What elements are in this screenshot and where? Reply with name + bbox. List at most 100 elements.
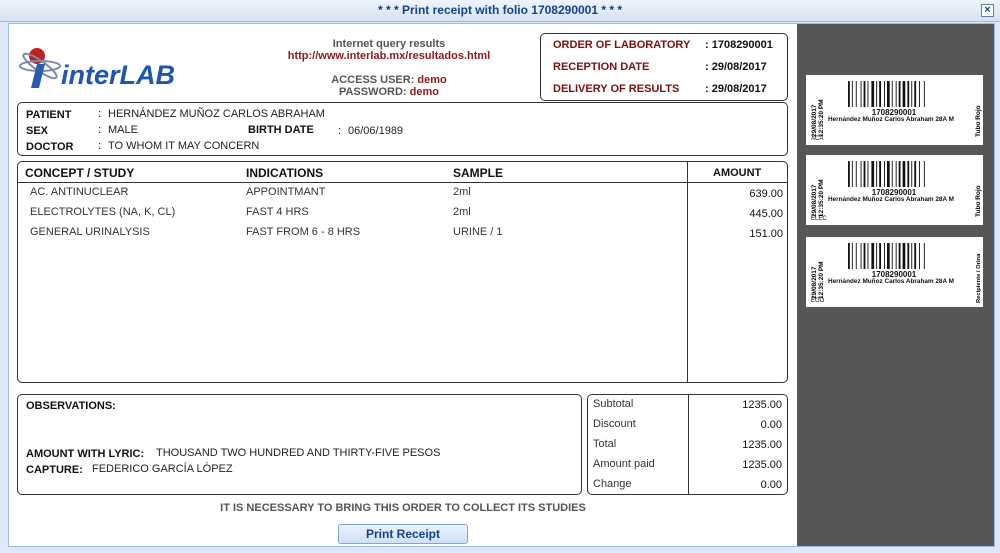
- barcode-bar: [891, 81, 893, 107]
- barcode-bar: [891, 243, 893, 269]
- capture-label: CAPTURE:: [26, 464, 83, 476]
- barcode-label: 29/08/2017 12:35:20 PM ACA 1708290001 He…: [806, 75, 983, 145]
- row-amount: 639.00: [749, 188, 783, 200]
- doctor-colon: :: [98, 140, 102, 152]
- barcode-bar: [876, 243, 878, 269]
- barcode-bar: [911, 161, 913, 187]
- query-info: Internet query results http://www.interl…: [239, 38, 539, 98]
- barcode-bar: [860, 81, 862, 107]
- access-user-label: ACCESS USER:: [331, 74, 415, 86]
- label-date: 29/08/2017: [811, 184, 818, 217]
- interlab-logo: interLAB: [19, 48, 175, 90]
- row-amount: 445.00: [749, 208, 783, 220]
- barcode-bar: [919, 243, 920, 269]
- barcode-bar: [879, 81, 881, 107]
- totals-divider: [688, 395, 689, 494]
- barcode-bar: [855, 161, 857, 187]
- reception-value: : 29/08/2017: [705, 61, 767, 73]
- label-datetime: 29/08/2017 12:35:20 PM: [811, 99, 825, 137]
- label-patient-name: Hernández Muñoz Carlos Abraham 28A M: [828, 278, 954, 285]
- label-tube: Tubo Rojo: [975, 185, 982, 217]
- query-title: Internet query results: [332, 38, 446, 50]
- barcode-bar: [911, 243, 913, 269]
- password-label: PASSWORD:: [338, 86, 407, 98]
- barcode-image: [848, 161, 925, 187]
- barcode-bar: [923, 243, 925, 269]
- order-value: : 1708290001: [705, 39, 773, 51]
- sex-colon: :: [98, 124, 102, 136]
- label-code: EGO: [811, 298, 825, 304]
- window-titlebar: * * * Print receipt with folio 170829000…: [0, 0, 1000, 22]
- order-number-row: ORDER OF LABORATORY : 1708290001: [553, 39, 773, 51]
- barcode-bar: [851, 243, 853, 269]
- amount-column-divider: [687, 162, 688, 382]
- barcode-bar: [867, 243, 869, 269]
- barcode-bar: [898, 161, 901, 187]
- table-header-divider: [18, 182, 787, 183]
- barcode-label: 29/08/2017 12:35:20 PM ELEC 1708290001 H…: [806, 155, 983, 225]
- birth-date-label: BIRTH DATE: [248, 124, 314, 136]
- barcode-bar: [867, 81, 869, 107]
- barcode-bar: [884, 81, 885, 107]
- print-receipt-button[interactable]: Print Receipt: [338, 524, 468, 544]
- sex-value: MALE: [108, 124, 138, 136]
- barcode-bar: [876, 161, 878, 187]
- close-icon[interactable]: ×: [981, 4, 994, 17]
- barcode-bar: [902, 81, 906, 107]
- barcode-bar: [871, 81, 875, 107]
- label-time: 12:35:20 PM: [818, 261, 825, 299]
- barcode-bar: [895, 243, 897, 269]
- change-value: 0.00: [760, 479, 782, 491]
- label-patient-name: Hernández Muñoz Carlos Abraham 28A M: [828, 196, 954, 203]
- barcode-bar: [871, 243, 875, 269]
- col-header-concept: CONCEPT / STUDY: [25, 166, 135, 180]
- barcode-bar: [902, 243, 906, 269]
- label-time: 12:35:20 PM: [818, 179, 825, 217]
- patient-box: PATIENT : HERNÁNDEZ MUÑOZ CARLOS ABRAHAM…: [17, 102, 788, 156]
- label-datetime: 29/08/2017 12:35:20 PM: [811, 179, 825, 217]
- subtotal-label: Subtotal: [593, 398, 634, 410]
- amount-paid-label: Amount paid: [593, 458, 655, 470]
- birth-date-value: 06/06/1989: [348, 125, 404, 137]
- barcode-bar: [907, 243, 910, 269]
- barcode-bar: [923, 161, 925, 187]
- delivery-value: : 29/08/2017: [705, 83, 767, 95]
- col-header-indications: INDICATIONS: [246, 166, 324, 180]
- row-concept: ELECTROLYTES (NA, K, CL): [30, 206, 176, 218]
- observations-label: OBSERVATIONS:: [26, 400, 116, 412]
- query-url[interactable]: http://www.interlab.mx/resultados.html: [239, 50, 539, 62]
- patient-value: HERNÁNDEZ MUÑOZ CARLOS ABRAHAM: [108, 108, 325, 120]
- total-value: 1235.00: [742, 439, 782, 451]
- barcode-bar: [914, 243, 917, 269]
- barcode-bar: [923, 81, 925, 107]
- reception-date-row: RECEPTION DATE: 29/08/2017: [553, 61, 767, 73]
- order-label: ORDER OF LABORATORY: [553, 39, 691, 51]
- row-concept: GENERAL URINALYSIS: [30, 226, 150, 238]
- subtotal-value: 1235.00: [742, 399, 782, 411]
- barcode-bar: [879, 243, 881, 269]
- barcode-bar: [911, 81, 913, 107]
- barcode-bar: [860, 243, 862, 269]
- barcode-bar: [848, 161, 850, 187]
- barcode-bar: [867, 161, 869, 187]
- barcode-bar: [907, 81, 910, 107]
- barcode-bar: [895, 81, 897, 107]
- label-date: 29/08/2017: [811, 266, 818, 299]
- barcode-bar: [887, 81, 890, 107]
- delivery-date-row: DELIVERY OF RESULTS: 29/08/2017: [553, 83, 767, 95]
- barcode-bar: [914, 81, 917, 107]
- change-label: Change: [593, 478, 632, 490]
- total-label: Total: [593, 438, 617, 450]
- amount-lyric-value: THOUSAND TWO HUNDRED AND THIRTY-FIVE PES…: [156, 447, 441, 459]
- barcode-label: 29/08/2017 12:35:20 PM EGO 1708290001 He…: [806, 237, 983, 307]
- collection-notice: IT IS NECESSARY TO BRING THIS ORDER TO C…: [220, 502, 586, 514]
- barcode-bar: [895, 161, 897, 187]
- patient-colon: :: [98, 108, 102, 120]
- barcode-bar: [851, 161, 853, 187]
- amount-lyric-label: AMOUNT WITH LYRIC:: [26, 448, 145, 460]
- barcode-bar: [887, 243, 890, 269]
- discount-value: 0.00: [760, 419, 782, 431]
- row-indications: FAST 4 HRS: [246, 206, 309, 218]
- label-tube-text: Recipiente / Orina: [976, 253, 982, 303]
- sex-label: SEX: [26, 125, 49, 137]
